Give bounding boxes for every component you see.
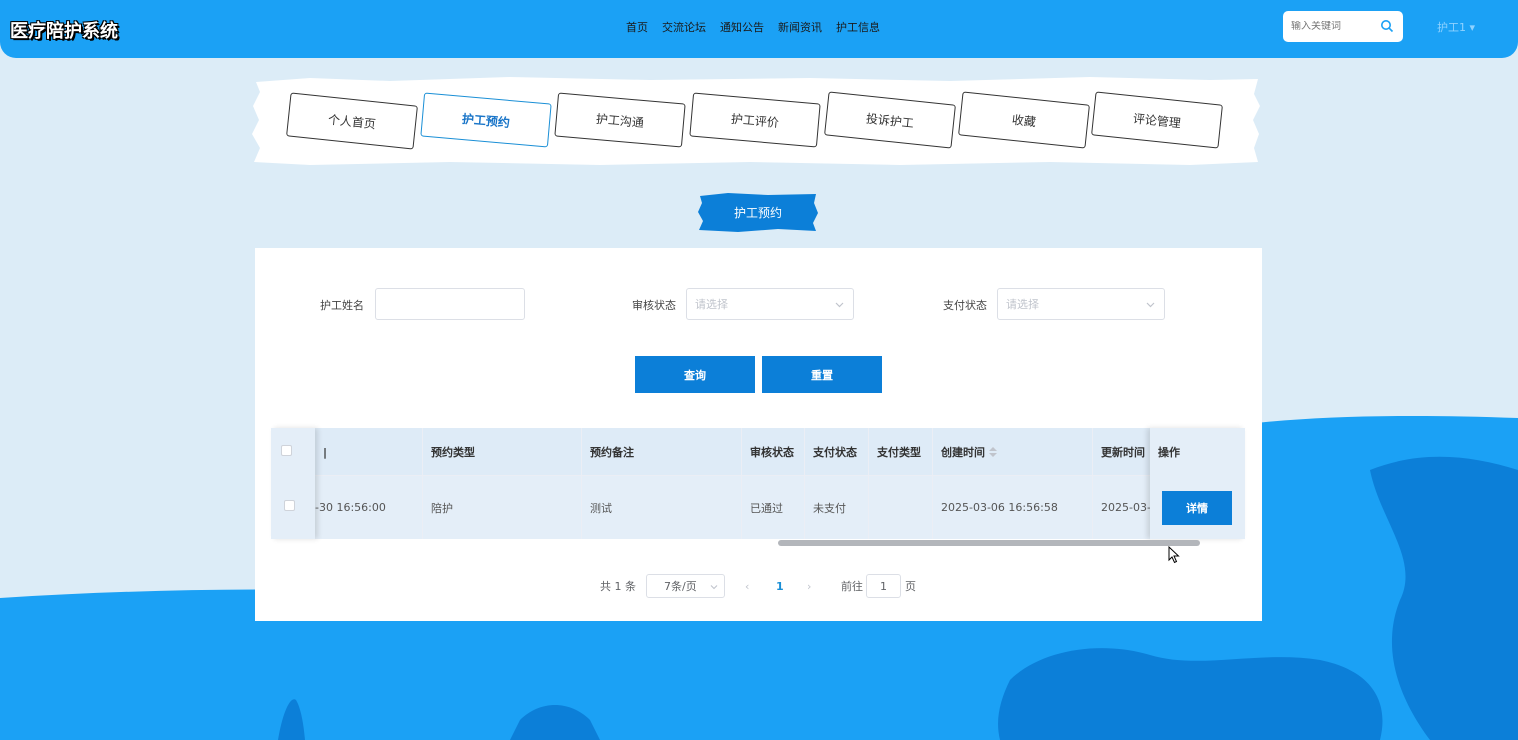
page-suffix: 页 [905, 580, 916, 593]
horizontal-scrollbar[interactable] [778, 540, 1200, 546]
tab-label: 个人首页 [327, 112, 377, 131]
mouse-cursor-icon [1168, 546, 1180, 564]
search-box [1283, 11, 1403, 42]
cell-updated: 2025-03-0 [1101, 501, 1153, 514]
tab-label: 收藏 [1011, 112, 1037, 129]
detail-button[interactable]: 详情 [1162, 491, 1232, 525]
section-title-text: 护工预约 [733, 206, 782, 220]
col-updated-time: 更新时间 [1101, 446, 1145, 459]
goto-label: 前往 [841, 580, 863, 593]
col-audit-status: 审核状态 [742, 428, 805, 476]
main-nav: 首页 交流论坛 通知公告 新闻资讯 护工信息 [626, 19, 880, 35]
caregiver-name-label: 护工姓名 [320, 299, 364, 312]
nav-news[interactable]: 新闻资讯 [778, 19, 822, 35]
nav-forum[interactable]: 交流论坛 [662, 19, 706, 35]
col-partial: | [315, 428, 423, 476]
nav-notice[interactable]: 通知公告 [720, 19, 764, 35]
sort-icon[interactable] [989, 447, 997, 457]
pay-status-label: 支付状态 [943, 299, 987, 312]
fixed-action-column: 操作 详情 [1150, 428, 1245, 539]
row-checkbox[interactable] [284, 500, 295, 511]
user-menu[interactable]: 护工1 ▾ [1437, 19, 1475, 35]
caret-down-icon: ▾ [1469, 21, 1476, 34]
cell-pay: 未支付 [805, 476, 869, 539]
fixed-checkbox-column [271, 428, 315, 539]
nav-caregiver-info[interactable]: 护工信息 [836, 19, 880, 35]
cell-type: 陪护 [423, 476, 582, 539]
select-all-checkbox[interactable] [281, 445, 292, 456]
top-header: 医疗陪护系统 首页 交流论坛 通知公告 新闻资讯 护工信息 护工1 ▾ [0, 0, 1518, 58]
page-size-select[interactable]: 7条/页 [646, 574, 725, 598]
prev-page-icon[interactable]: ‹ [745, 574, 749, 598]
tab-label: 护工评价 [730, 111, 780, 130]
col-booking-note: 预约备注 [582, 428, 742, 476]
chevron-down-icon [1146, 302, 1155, 308]
table-row: -30 16:56:00 陪护 测试 已通过 未支付 2025-03-06 16… [271, 476, 1245, 539]
pay-status-select[interactable]: 请选择 [997, 288, 1165, 320]
chevron-down-icon [710, 585, 718, 590]
query-button[interactable]: 查询 [635, 356, 755, 393]
col-booking-type: 预约类型 [423, 428, 582, 476]
total-count: 共 1 条 [600, 580, 636, 593]
created-time-header: 创建时间 [941, 446, 985, 459]
search-icon[interactable] [1380, 19, 1394, 33]
booking-card: 护工姓名 审核状态 请选择 支付状态 请选择 查询 重置 | 预约类型 预约备注… [255, 248, 1262, 621]
pay-status-placeholder: 请选择 [1006, 298, 1039, 311]
col-pay-type: 支付类型 [869, 428, 933, 476]
tab-label: 护工预约 [461, 111, 511, 130]
col-created-time[interactable]: 创建时间 [933, 428, 1093, 476]
booking-table: | 预约类型 预约备注 审核状态 支付状态 支付类型 创建时间 更新时间 -30… [271, 428, 1245, 546]
chevron-down-icon [835, 302, 844, 308]
audit-status-placeholder: 请选择 [695, 298, 728, 311]
user-name: 护工1 [1437, 21, 1466, 34]
goto-page-input[interactable]: 1 [866, 574, 901, 598]
col-pay-status: 支付状态 [805, 428, 869, 476]
page-size-value: 7条/页 [664, 580, 697, 593]
table-header: | 预约类型 预约备注 审核状态 支付状态 支付类型 创建时间 更新时间 [271, 428, 1245, 476]
audit-status-label: 审核状态 [632, 299, 676, 312]
tab-label: 护工沟通 [595, 111, 645, 130]
cell-pay-type [869, 476, 933, 539]
caregiver-name-input[interactable] [375, 288, 525, 320]
cell-time: -30 16:56:00 [315, 476, 423, 539]
tab-strip: 个人首页 护工预约 护工沟通 护工评价 投诉护工 收藏 评论管理 [250, 76, 1262, 166]
nav-home[interactable]: 首页 [626, 19, 648, 35]
next-page-icon[interactable]: › [807, 574, 811, 598]
audit-status-select[interactable]: 请选择 [686, 288, 854, 320]
cell-created: 2025-03-06 16:56:58 [933, 476, 1093, 539]
tab-label: 评论管理 [1132, 111, 1182, 130]
section-title: 护工预约 [698, 193, 818, 232]
tab-label: 投诉护工 [865, 111, 915, 130]
search-input[interactable] [1291, 21, 1377, 32]
pagination: 共 1 条 7条/页 ‹ 1 › 前往 1 页 [255, 574, 1262, 598]
current-page[interactable]: 1 [776, 574, 784, 598]
reset-button[interactable]: 重置 [762, 356, 882, 393]
cell-audit: 已通过 [742, 476, 805, 539]
cell-note: 测试 [582, 476, 742, 539]
site-logo[interactable]: 医疗陪护系统 [10, 17, 118, 43]
col-action: 操作 [1158, 446, 1180, 459]
